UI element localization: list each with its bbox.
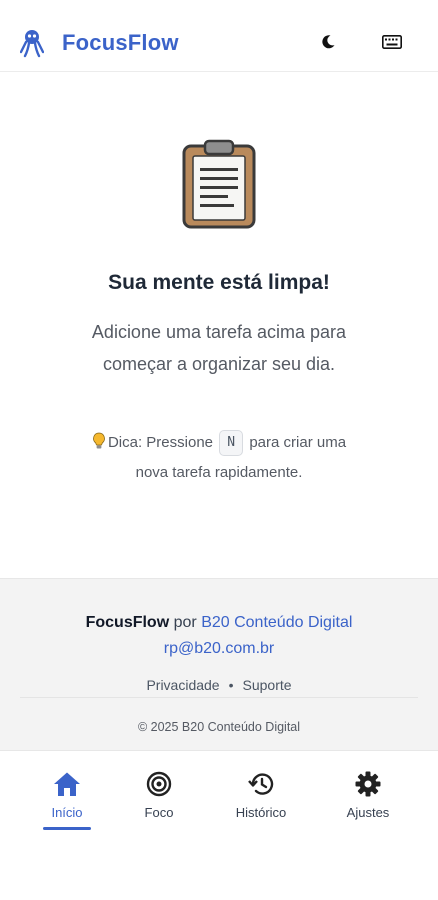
gear-icon — [355, 771, 381, 797]
keyboard-shortcuts-button[interactable] — [378, 30, 406, 54]
nav-label-historico: Histórico — [235, 805, 287, 820]
moon-icon — [322, 35, 335, 49]
empty-state-title: Sua mente está limpa! — [108, 271, 330, 294]
footer-brand: FocusFlow — [85, 614, 170, 631]
keyboard-icon — [382, 35, 402, 49]
email-link[interactable]: rp@b20.com.br — [0, 640, 438, 658]
empty-state-description: Adicione uma tarefa acima para começar a… — [91, 322, 347, 374]
history-icon — [248, 773, 274, 795]
copyright: © 2025 B20 Conteúdo Digital — [137, 720, 301, 734]
link-separator: • — [228, 677, 234, 693]
footer-by: por — [173, 614, 197, 631]
home-icon — [54, 772, 80, 796]
footer-links: Privacidade • Suporte — [0, 677, 438, 693]
active-tab-indicator — [43, 827, 91, 830]
nav-item-ajustes[interactable]: Ajustes — [328, 771, 408, 831]
nav-item-foco[interactable]: Foco — [119, 771, 199, 831]
clipboard-icon — [182, 139, 256, 229]
company-link[interactable]: B20 Conteúdo Digital — [201, 614, 352, 631]
app-header: FocusFlow — [0, 0, 438, 72]
page-footer: FocusFlow por B20 Conteúdo Digital rp@b2… — [0, 578, 438, 750]
nav-label-foco: Foco — [144, 805, 174, 820]
lightbulb-icon — [93, 432, 105, 449]
nav-item-inicio[interactable]: Início — [27, 771, 107, 831]
shortcut-key: N — [219, 430, 244, 456]
support-link[interactable]: Suporte — [243, 677, 292, 693]
nav-label-inicio: Início — [51, 805, 83, 820]
privacy-link[interactable]: Privacidade — [146, 677, 219, 693]
octopus-icon — [20, 30, 44, 58]
theme-toggle-button[interactable] — [316, 30, 340, 54]
footer-divider — [20, 697, 418, 698]
app-title: FocusFlow — [62, 30, 179, 55]
nav-item-historico[interactable]: Histórico — [221, 771, 301, 831]
nav-label-ajustes: Ajustes — [346, 805, 390, 820]
bottom-navigation: Início Foco Histórico Ajustes — [0, 750, 438, 900]
shortcut-tip: Dica: Pressione N para criar uma nova ta… — [74, 428, 364, 488]
footer-credit: FocusFlow por B20 Conteúdo Digital — [0, 614, 438, 632]
tip-prefix: Dica: Pressione — [107, 434, 213, 451]
target-icon — [146, 771, 172, 797]
